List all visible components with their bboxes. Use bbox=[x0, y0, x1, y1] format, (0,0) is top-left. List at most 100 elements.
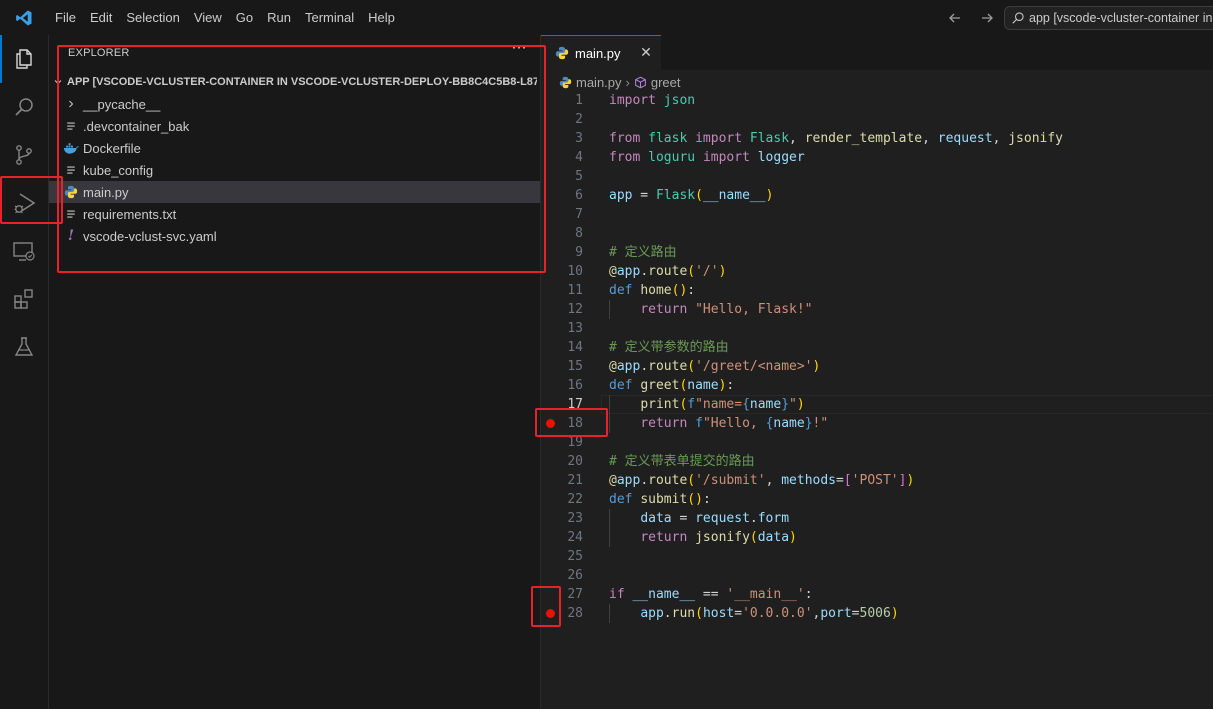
code-line-8[interactable]: 8 bbox=[541, 224, 1213, 243]
python-icon bbox=[555, 46, 569, 60]
breadcrumb-file[interactable]: main.py bbox=[559, 75, 622, 90]
line-content: # 定义路由 bbox=[609, 245, 677, 260]
code-line-15[interactable]: 15 @app.route('/greet/<name>') bbox=[541, 357, 1213, 376]
source-control-icon[interactable] bbox=[0, 131, 48, 179]
line-content: from loguru import logger bbox=[609, 150, 805, 165]
tree-item-pycache[interactable]: __pycache__ bbox=[49, 93, 540, 115]
tree-item-label: requirements.txt bbox=[83, 206, 177, 222]
line-number: 5 bbox=[575, 169, 583, 184]
command-center-text: app [vscode-vcluster-container in vscode… bbox=[1029, 11, 1213, 25]
line-number: 19 bbox=[567, 435, 583, 450]
tree-item-label: Dockerfile bbox=[83, 140, 141, 156]
menu-edit[interactable]: Edit bbox=[83, 0, 119, 35]
code-line-14[interactable]: 14 # 定义带参数的路由 bbox=[541, 338, 1213, 357]
tree-item-svc-yaml[interactable]: ! vscode-vclust-svc.yaml bbox=[49, 225, 540, 247]
line-number: 13 bbox=[567, 321, 583, 336]
code-line-24[interactable]: 24 return jsonify(data) bbox=[541, 528, 1213, 547]
code-line-19[interactable]: 19 bbox=[541, 433, 1213, 452]
menu-view[interactable]: View bbox=[187, 0, 229, 35]
tree-item-dockerfile[interactable]: Dockerfile bbox=[49, 137, 540, 159]
title-bar: File Edit Selection View Go Run Terminal… bbox=[0, 0, 1213, 35]
tree-item-label: main.py bbox=[83, 184, 129, 200]
python-icon bbox=[559, 76, 572, 89]
testing-icon[interactable] bbox=[0, 323, 48, 371]
code-line-1[interactable]: 1 import json bbox=[541, 91, 1213, 110]
menu-go[interactable]: Go bbox=[229, 0, 260, 35]
code-line-20[interactable]: 20 # 定义带表单提交的路由 bbox=[541, 452, 1213, 471]
run-debug-icon[interactable] bbox=[0, 179, 48, 227]
code-line-25[interactable]: 25 bbox=[541, 547, 1213, 566]
line-content: @app.route('/greet/<name>') bbox=[609, 359, 821, 374]
code-line-7[interactable]: 7 bbox=[541, 205, 1213, 224]
code-line-2[interactable]: 2 bbox=[541, 110, 1213, 129]
tree-item-requirements[interactable]: requirements.txt bbox=[49, 203, 540, 225]
code-line-26[interactable]: 26 bbox=[541, 566, 1213, 585]
code-line-10[interactable]: 10 @app.route('/') bbox=[541, 262, 1213, 281]
tree-item-devcontainer-bak[interactable]: .devcontainer_bak bbox=[49, 115, 540, 137]
line-number: 18 bbox=[567, 416, 583, 431]
line-number: 12 bbox=[567, 302, 583, 317]
code-line-11[interactable]: 11 def home(): bbox=[541, 281, 1213, 300]
line-number: 7 bbox=[575, 207, 583, 222]
line-number: 21 bbox=[567, 473, 583, 488]
code-line-18[interactable]: 18 return f"Hello, {name}!" bbox=[541, 414, 1213, 433]
more-actions-icon[interactable]: ··· bbox=[509, 40, 529, 60]
line-number: 2 bbox=[575, 112, 583, 127]
tree-item-label: kube_config bbox=[83, 162, 154, 178]
menu-help[interactable]: Help bbox=[361, 0, 402, 35]
line-content: def greet(name): bbox=[609, 378, 735, 393]
code-line-4[interactable]: 4 from loguru import logger bbox=[541, 148, 1213, 167]
search-icon[interactable] bbox=[0, 83, 48, 131]
remote-explorer-icon[interactable] bbox=[0, 227, 48, 275]
command-center[interactable]: app [vscode-vcluster-container in vscode… bbox=[1004, 6, 1213, 30]
yaml-icon: ! bbox=[67, 228, 75, 244]
code-line-27[interactable]: 27 if __name__ == '__main__': bbox=[541, 585, 1213, 604]
search-icon bbox=[1011, 11, 1025, 25]
breadcrumb-symbol-label: greet bbox=[650, 74, 681, 90]
menu-run[interactable]: Run bbox=[260, 0, 298, 35]
menu-file[interactable]: File bbox=[48, 0, 83, 35]
forward-arrow-icon[interactable] bbox=[976, 7, 998, 29]
code-line-16[interactable]: 16 def greet(name): bbox=[541, 376, 1213, 395]
workspace-title: APP [VSCODE-VCLUSTER-CONTAINER IN VSCODE… bbox=[67, 76, 537, 88]
file-lines-icon bbox=[63, 206, 79, 222]
line-number: 9 bbox=[575, 245, 583, 260]
code-line-23[interactable]: 23 data = request.form bbox=[541, 509, 1213, 528]
code-line-22[interactable]: 22 def submit(): bbox=[541, 490, 1213, 509]
file-lines-icon bbox=[63, 118, 79, 134]
code-line-9[interactable]: 9 # 定义路由 bbox=[541, 243, 1213, 262]
explorer-icon[interactable] bbox=[0, 35, 48, 83]
code-line-12[interactable]: 12 return "Hello, Flask!" bbox=[541, 300, 1213, 319]
menu-terminal[interactable]: Terminal bbox=[298, 0, 361, 35]
menu-selection[interactable]: Selection bbox=[119, 0, 186, 35]
code-line-3[interactable]: 3 from flask import Flask, render_templat… bbox=[541, 129, 1213, 148]
line-number: 20 bbox=[567, 454, 583, 469]
tab-main-py[interactable]: main.py ✕ bbox=[541, 35, 661, 70]
code-line-5[interactable]: 5 bbox=[541, 167, 1213, 186]
line-number: 6 bbox=[575, 188, 583, 203]
code-line-13[interactable]: 13 bbox=[541, 319, 1213, 338]
line-number: 16 bbox=[567, 378, 583, 393]
workspace-folder-row[interactable]: APP [VSCODE-VCLUSTER-CONTAINER IN VSCODE… bbox=[49, 71, 540, 93]
tab-label: main.py bbox=[575, 45, 621, 61]
line-content: @app.route('/') bbox=[609, 264, 727, 279]
file-lines-icon bbox=[63, 162, 79, 178]
back-arrow-icon[interactable] bbox=[944, 7, 966, 29]
close-icon[interactable]: ✕ bbox=[637, 44, 655, 62]
tree-item-kube-config[interactable]: kube_config bbox=[49, 159, 540, 181]
line-content: data = request.form bbox=[640, 511, 790, 526]
tree-item-main-py[interactable]: main.py bbox=[49, 181, 540, 203]
explorer-sidebar: EXPLORER ··· APP [VSCODE-VCLUSTER-CONTAI… bbox=[49, 35, 541, 709]
line-number: 3 bbox=[575, 131, 583, 146]
code-line-6[interactable]: 6 app = Flask(__name__) bbox=[541, 186, 1213, 205]
line-number: 8 bbox=[575, 226, 583, 241]
code-line-28[interactable]: 28 app.run(host='0.0.0.0',port=5006) bbox=[541, 604, 1213, 623]
breadcrumb-symbol[interactable]: greet bbox=[634, 75, 681, 90]
line-content: return jsonify(data) bbox=[640, 530, 797, 545]
chevron-down-icon bbox=[49, 76, 67, 88]
extensions-icon[interactable] bbox=[0, 275, 48, 323]
line-number: 22 bbox=[567, 492, 583, 507]
code-line-21[interactable]: 21 @app.route('/submit', methods=['POST']… bbox=[541, 471, 1213, 490]
code-line-17[interactable]: 17 print(f"name={name}") bbox=[541, 395, 1213, 414]
line-content: app.run(host='0.0.0.0',port=5006) bbox=[640, 606, 899, 621]
